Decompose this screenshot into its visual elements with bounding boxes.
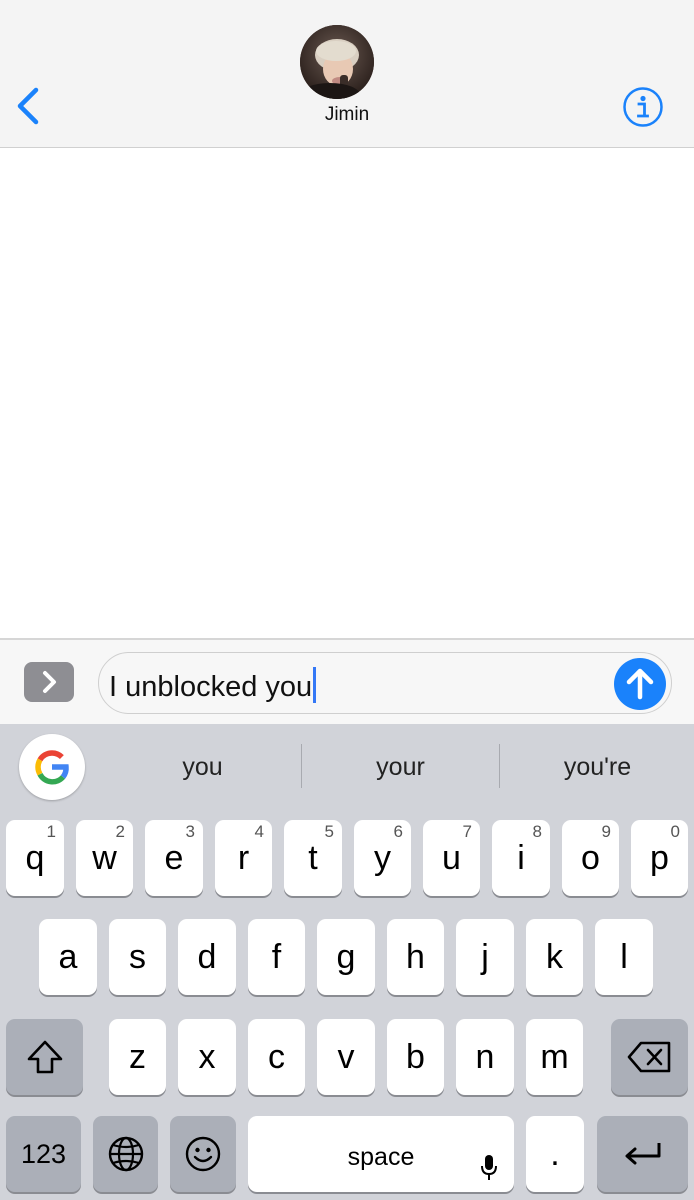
google-g-icon [35, 750, 69, 785]
key-letter: r [237, 839, 250, 877]
key-h[interactable]: h [387, 919, 444, 995]
info-button[interactable] [622, 86, 664, 128]
key-number: 5 [324, 822, 334, 841]
suggestion-3[interactable]: you're [500, 742, 694, 792]
period-key[interactable]: . [526, 1116, 584, 1192]
key-number: 4 [254, 822, 264, 841]
message-thread[interactable] [0, 148, 694, 638]
text-cursor [313, 667, 317, 703]
emoji-icon [185, 1136, 221, 1172]
key-r[interactable]: 4r [215, 820, 272, 896]
delete-key[interactable] [611, 1019, 688, 1095]
google-search-button[interactable] [19, 734, 85, 800]
key-number: 9 [601, 822, 611, 841]
key-k[interactable]: k [526, 919, 583, 995]
key-number: 7 [462, 822, 472, 841]
message-text: I unblocked you [109, 667, 317, 704]
suggestion-1[interactable]: you [105, 742, 300, 792]
space-key[interactable]: space [248, 1116, 514, 1192]
key-letter: p [650, 839, 669, 877]
suggestion-2[interactable]: your [303, 742, 498, 792]
shift-key[interactable] [6, 1019, 83, 1095]
key-letter: e [164, 839, 184, 877]
contact-name[interactable]: Jimin [0, 104, 694, 126]
key-letter: w [92, 839, 117, 877]
conversation-header: Jimin [0, 0, 694, 148]
key-x[interactable]: x [178, 1019, 236, 1095]
key-w[interactable]: 2w [76, 820, 133, 896]
globe-icon [108, 1136, 143, 1172]
key-number: 8 [532, 822, 542, 841]
key-f[interactable]: f [248, 919, 305, 995]
key-b[interactable]: b [387, 1019, 444, 1095]
key-s[interactable]: s [109, 919, 166, 995]
key-j[interactable]: j [456, 919, 514, 995]
key-y[interactable]: 6y [354, 820, 411, 896]
key-o[interactable]: 9o [562, 820, 619, 896]
key-u[interactable]: 7u [423, 820, 480, 896]
numbers-key[interactable]: 123 [6, 1116, 81, 1192]
key-i[interactable]: 8i [492, 820, 550, 896]
compose-bar: I unblocked you [0, 638, 694, 726]
arrow-up-icon [626, 668, 654, 700]
return-icon [625, 1143, 660, 1165]
send-button[interactable] [614, 658, 666, 710]
key-number: 6 [393, 822, 403, 841]
message-input[interactable]: I unblocked you [98, 652, 672, 714]
key-letter: q [25, 839, 45, 877]
keyboard: you your you're 1q 2w 3e 4r 5t 6y 7u 8i … [0, 724, 694, 1200]
return-key[interactable] [597, 1116, 688, 1192]
key-a[interactable]: a [39, 919, 97, 995]
key-v[interactable]: v [317, 1019, 375, 1095]
shift-icon [27, 1040, 62, 1074]
key-n[interactable]: n [456, 1019, 514, 1095]
key-letter: u [442, 839, 461, 877]
backspace-icon [627, 1041, 670, 1073]
key-number: 3 [185, 822, 195, 841]
contact-avatar[interactable] [300, 25, 374, 99]
space-label: space [347, 1143, 415, 1171]
key-g[interactable]: g [317, 919, 375, 995]
key-number: 1 [46, 822, 56, 841]
suggestion-divider [301, 744, 302, 788]
emoji-key[interactable] [170, 1116, 236, 1192]
key-p[interactable]: 0p [631, 820, 688, 896]
key-number: 2 [115, 822, 125, 841]
key-letter: t [308, 839, 318, 877]
key-number: 0 [670, 822, 680, 841]
app-drawer-button[interactable] [24, 662, 74, 702]
microphone-icon[interactable] [480, 1154, 498, 1182]
key-letter: y [374, 839, 391, 877]
key-c[interactable]: c [248, 1019, 305, 1095]
key-q[interactable]: 1q [6, 820, 64, 896]
chevron-right-icon [43, 671, 56, 693]
key-m[interactable]: m [526, 1019, 583, 1095]
key-l[interactable]: l [595, 919, 653, 995]
avatar-photo [300, 25, 374, 99]
key-z[interactable]: z [109, 1019, 166, 1095]
key-letter: i [517, 839, 525, 877]
globe-key[interactable] [93, 1116, 158, 1192]
key-letter: o [581, 839, 600, 877]
key-e[interactable]: 3e [145, 820, 203, 896]
info-icon [623, 87, 663, 127]
key-t[interactable]: 5t [284, 820, 342, 896]
key-d[interactable]: d [178, 919, 236, 995]
